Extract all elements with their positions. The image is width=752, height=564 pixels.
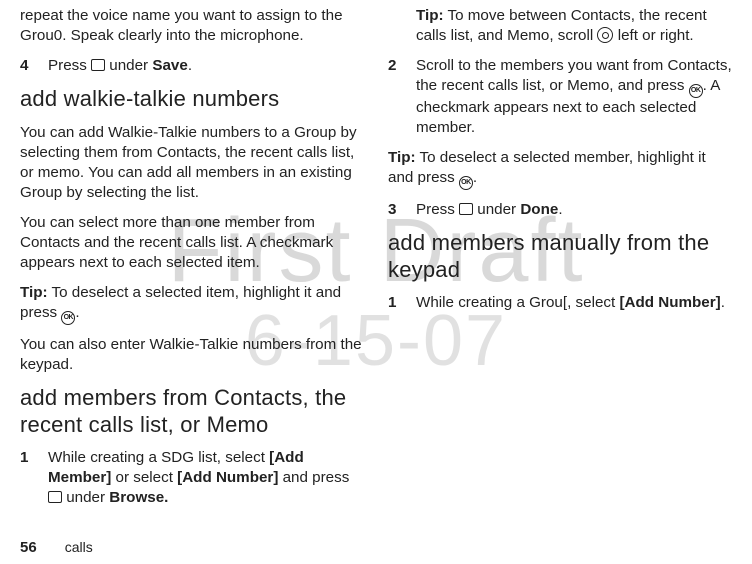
page-footer: 56 calls [20,539,93,556]
left-step-4: 4 Press under Save. [20,56,364,76]
softkey-icon [91,59,105,71]
page-number: 56 [20,539,37,556]
ok-key-icon: OK [689,84,703,98]
text: left or right. [613,27,693,44]
right-tip2: Tip: To deselect a selected member, high… [388,148,732,190]
manual-step-1: 1 While creating a Grou[, select [Add Nu… [388,293,732,313]
ok-key-icon: OK [61,311,75,325]
text: under [105,57,152,74]
page-content: repeat the voice name you want to assign… [0,0,752,564]
intro-fragment: repeat the voice name you want to assign… [20,6,364,46]
step-number: 4 [20,56,34,76]
period: . [473,169,477,186]
ok-key-icon: OK [459,176,473,190]
label-add-number: [Add Number] [177,469,278,486]
text: and press [278,469,349,486]
tip-label: Tip: [416,7,444,24]
heading-add-members: add members from Contacts, the recent ca… [20,385,364,438]
label-browse: Browse. [109,489,168,506]
tip-label: Tip: [388,149,416,166]
section-name: calls [65,539,93,555]
step-number: 1 [388,293,402,313]
step-number: 3 [388,200,402,220]
text: Scroll to the members you want from Cont… [416,57,732,94]
tip-label: Tip: [20,284,48,301]
label-done: Done [520,201,558,218]
heading-add-manual: add members manually from the keypad [388,230,732,283]
left-p1: You can add Walkie-Talkie numbers to a G… [20,123,364,203]
right-step-3: 3 Press under Done. [388,200,732,220]
text: under [62,489,109,506]
softkey-icon [459,203,473,215]
heading-add-walkie-talkie: add walkie-talkie numbers [20,86,364,112]
period: . [721,294,725,311]
left-p3: You can also enter Walkie-Talkie numbers… [20,335,364,375]
text: Press [416,201,459,218]
nav-ring-icon [597,27,613,43]
period: . [75,304,79,321]
step-number: 2 [388,56,402,138]
softkey-icon [48,491,62,503]
text: under [473,201,520,218]
left-p2: You can select more than one member from… [20,213,364,273]
label-save: Save [152,57,187,74]
text: Press [48,57,91,74]
period: . [558,201,562,218]
text: To deselect a selected member, highlight… [388,149,706,186]
text: While creating a Grou[, select [416,294,619,311]
label-add-number: [Add Number] [619,294,720,311]
text: or select [111,469,177,486]
left-tip1: Tip: To deselect a selected item, highli… [20,283,364,325]
text: While creating a SDG list, select [48,449,269,466]
period: . [188,57,192,74]
right-step-2: 2 Scroll to the members you want from Co… [388,56,732,138]
